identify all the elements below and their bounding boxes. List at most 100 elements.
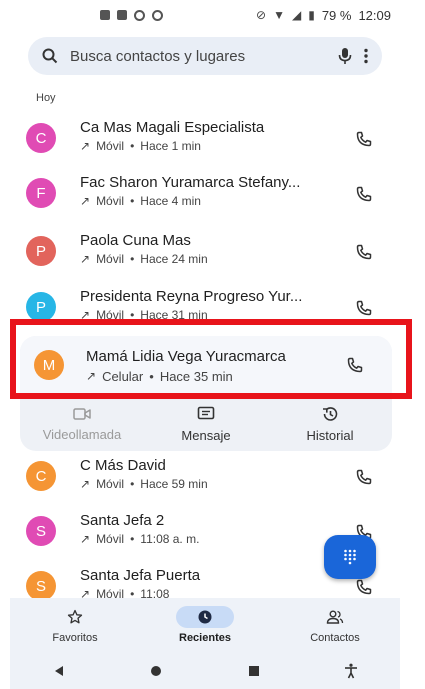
signal-icon: ◢ bbox=[291, 8, 302, 22]
call-time: Hace 4 min bbox=[140, 194, 201, 208]
outgoing-call-icon: ↗ bbox=[80, 194, 91, 208]
nav-label: Favoritos bbox=[52, 632, 98, 644]
status-indicators: ⊘ ▼ ◢ ▮ 79 % 12:09 bbox=[256, 8, 391, 23]
status-bar: ⊘ ▼ ◢ ▮ 79 % 12:09 bbox=[0, 0, 425, 30]
call-button[interactable] bbox=[353, 297, 375, 319]
separator: • bbox=[130, 477, 135, 491]
contact-name: Santa Jefa Puerta bbox=[80, 567, 201, 584]
chat-notification-icon bbox=[152, 9, 163, 21]
action-label: Historial bbox=[306, 427, 354, 443]
separator: • bbox=[130, 532, 135, 546]
call-time: 11:08 a. m. bbox=[140, 532, 200, 546]
call-time: Hace 1 min bbox=[140, 139, 201, 153]
separator: • bbox=[130, 194, 135, 208]
call-row[interactable]: C C Más David ↗ Móvil • Hace 59 min bbox=[0, 449, 425, 503]
contact-name: Presidenta Reyna Progreso Yur... bbox=[80, 288, 303, 305]
avatar[interactable]: S bbox=[26, 571, 56, 601]
more-options-icon[interactable] bbox=[364, 48, 368, 64]
back-icon bbox=[54, 665, 63, 676]
separator: • bbox=[130, 139, 135, 153]
avatar[interactable]: P bbox=[26, 236, 56, 266]
avatar[interactable]: F bbox=[26, 178, 56, 208]
contact-name: C Más David bbox=[80, 457, 166, 474]
call-button[interactable] bbox=[353, 128, 375, 150]
section-header-today: Hoy bbox=[36, 92, 56, 104]
call-time: Hace 24 min bbox=[140, 252, 208, 266]
search-bar[interactable]: Busca contactos y lugares bbox=[28, 37, 382, 75]
star-icon bbox=[67, 609, 83, 624]
message-icon bbox=[197, 406, 215, 419]
notification-icon bbox=[117, 10, 127, 20]
outgoing-call-icon: ↗ bbox=[80, 139, 91, 153]
call-row[interactable]: P Paola Cuna Mas ↗ Móvil • Hace 24 min bbox=[0, 224, 425, 278]
nav-label: Recientes bbox=[179, 632, 231, 644]
battery-percent: 79 % bbox=[321, 7, 352, 23]
phone-icon bbox=[356, 244, 372, 260]
accessibility-button[interactable] bbox=[331, 656, 371, 686]
contact-name: Santa Jefa 2 bbox=[80, 512, 165, 529]
call-button[interactable] bbox=[353, 466, 375, 488]
recent-apps-button[interactable] bbox=[234, 656, 274, 686]
call-row[interactable]: C Ca Mas Magali Especialista ↗ Móvil • Hace… bbox=[0, 111, 425, 165]
bottom-navigation: Favoritos Recientes Contactos bbox=[10, 598, 400, 652]
message-button[interactable]: Mensaje bbox=[151, 406, 261, 443]
phone-icon bbox=[356, 186, 372, 202]
call-type: Móvil bbox=[96, 532, 125, 546]
nav-favorites[interactable]: Favoritos bbox=[25, 606, 125, 644]
status-notifications bbox=[100, 9, 163, 21]
clock: 12:09 bbox=[358, 7, 391, 23]
outgoing-call-icon: ↗ bbox=[80, 252, 91, 266]
search-input[interactable]: Busca contactos y lugares bbox=[70, 48, 326, 65]
notification-icon bbox=[134, 9, 145, 21]
video-icon bbox=[73, 407, 91, 420]
dialpad-icon bbox=[344, 549, 356, 565]
phone-icon bbox=[356, 469, 372, 485]
nav-contacts[interactable]: Contactos bbox=[285, 606, 385, 644]
home-icon bbox=[151, 665, 162, 676]
avatar[interactable]: S bbox=[26, 516, 56, 546]
avatar[interactable]: C bbox=[26, 123, 56, 153]
avatar[interactable]: P bbox=[26, 292, 56, 322]
phone-icon bbox=[356, 131, 372, 147]
outgoing-call-icon: ↗ bbox=[80, 477, 91, 491]
recent-apps-icon bbox=[248, 665, 259, 676]
dialpad-button[interactable] bbox=[324, 535, 376, 579]
history-button[interactable]: Historial bbox=[275, 406, 385, 443]
search-icon bbox=[42, 48, 58, 64]
call-button[interactable] bbox=[353, 241, 375, 263]
call-actions: Videollamada Mensaje Historial bbox=[20, 400, 392, 448]
call-type: Móvil bbox=[96, 194, 125, 208]
highlight-box bbox=[10, 319, 412, 399]
call-button[interactable] bbox=[353, 576, 375, 598]
action-label: Mensaje bbox=[181, 427, 231, 443]
accessibility-icon bbox=[345, 663, 358, 678]
call-type: Móvil bbox=[96, 252, 125, 266]
mute-icon: ⊘ bbox=[256, 8, 267, 22]
nav-label: Contactos bbox=[310, 632, 360, 644]
video-call-button[interactable]: Videollamada bbox=[27, 407, 137, 442]
separator: • bbox=[130, 252, 135, 266]
contact-name: Ca Mas Magali Especialista bbox=[80, 119, 265, 136]
contact-name: Paola Cuna Mas bbox=[80, 232, 191, 249]
phone-icon bbox=[356, 300, 372, 316]
contacts-icon bbox=[326, 610, 344, 624]
system-navigation bbox=[10, 652, 400, 689]
avatar[interactable]: C bbox=[26, 461, 56, 491]
clock-icon bbox=[198, 610, 212, 624]
outgoing-call-icon: ↗ bbox=[80, 532, 91, 546]
microphone-icon[interactable] bbox=[338, 47, 352, 65]
call-type: Móvil bbox=[96, 139, 125, 153]
home-button[interactable] bbox=[136, 656, 176, 686]
call-button[interactable] bbox=[353, 183, 375, 205]
action-label: Videollamada bbox=[42, 426, 122, 442]
wifi-icon: ▼ bbox=[273, 8, 285, 22]
back-button[interactable] bbox=[39, 656, 79, 686]
notification-icon bbox=[100, 10, 110, 20]
call-time: Hace 59 min bbox=[140, 477, 208, 491]
history-icon bbox=[323, 406, 338, 421]
nav-recents[interactable]: Recientes bbox=[155, 606, 255, 644]
phone-icon bbox=[356, 579, 372, 595]
call-row[interactable]: F Fac Sharon Yuramarca Stefany... ↗ Móvil… bbox=[0, 166, 425, 220]
call-type: Móvil bbox=[96, 477, 125, 491]
contact-name: Fac Sharon Yuramarca Stefany... bbox=[80, 174, 301, 191]
